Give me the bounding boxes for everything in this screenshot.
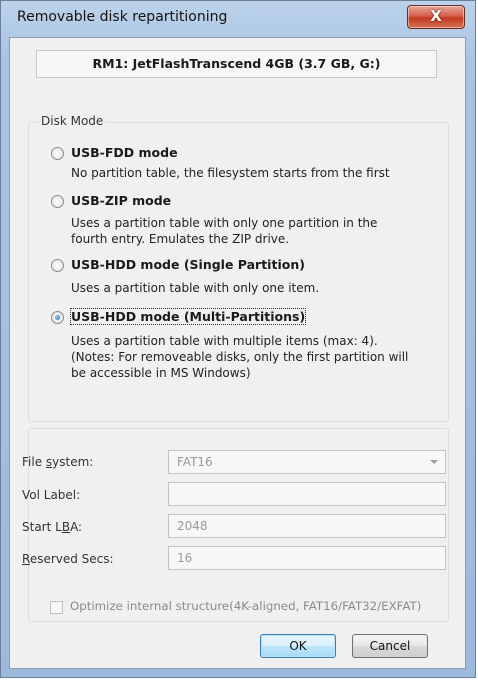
start-lba-label: Start LBA: [22,520,82,534]
file-system-label: File system: [22,455,93,469]
start-lba-input[interactable]: 2048 [168,514,446,538]
radio-usb-fdd-label[interactable]: USB-FDD mode [71,145,178,160]
radio-button-icon[interactable] [51,259,64,272]
file-system-select[interactable]: FAT16 [168,450,446,474]
radio-button-checked-icon[interactable] [51,311,64,324]
desc-line: fourth entry. Emulates the ZIP drive. [71,232,290,246]
label-text: ystem: [52,455,94,469]
device-label: RM1: JetFlashTranscend 4GB (3.7 GB, G:) [36,50,437,78]
desc-line: Uses a partition table with multiple ite… [71,334,378,348]
label-text: File [22,455,46,469]
radio-usb-hdd-single-desc: Uses a partition table with only one ite… [71,280,461,296]
dialog-window: Removable disk repartitioning X RM1: Jet… [0,0,476,678]
label-text: eserved Secs: [29,552,114,566]
title-bar[interactable]: Removable disk repartitioning X [1,1,475,37]
radio-usb-hdd-multi-desc: Uses a partition table with multiple ite… [71,333,461,381]
close-button[interactable]: X [407,5,465,29]
radio-usb-fdd-desc: No partition table, the filesystem start… [71,165,461,181]
cancel-button[interactable]: Cancel [352,634,428,658]
desc-line: Uses a partition table with only one par… [71,216,378,230]
desc-line: Uses a partition table with only one ite… [71,281,320,295]
optimize-checkbox[interactable] [50,601,63,614]
reserved-secs-label: Reserved Secs: [22,552,114,566]
file-system-value: FAT16 [177,455,213,469]
disk-mode-group: Disk Mode USB-FDD mode No partition tabl… [28,114,449,422]
label-accelerator: R [22,552,30,566]
label-text: Start L [22,520,62,534]
chevron-down-icon[interactable] [430,460,438,464]
label-text: A: [70,520,83,534]
desc-line: be accessible in MS Windows) [71,366,251,380]
disk-mode-group-label: Disk Mode [38,114,107,128]
optimize-checkbox-label[interactable]: Optimize internal structure(4K-aligned, … [70,599,421,613]
ok-button[interactable]: OK [260,634,336,658]
desc-line: (Notes: For removeable disks, only the f… [71,350,409,364]
vol-label-label: Vol Label: [22,488,81,502]
radio-usb-hdd-single-label[interactable]: USB-HDD mode (Single Partition) [71,257,305,272]
radio-usb-hdd-multi-label[interactable]: USB-HDD mode (Multi-Partitions) [69,308,307,325]
desc-line: No partition table, the filesystem start… [71,166,390,180]
radio-button-icon[interactable] [51,147,64,160]
window-title: Removable disk repartitioning [17,9,228,25]
vol-label-input[interactable] [168,482,446,506]
reserved-secs-input[interactable]: 16 [168,546,446,570]
radio-usb-zip-desc: Uses a partition table with only one par… [71,215,461,247]
label-accelerator: B [61,520,71,534]
dialog-client-area: RM1: JetFlashTranscend 4GB (3.7 GB, G:) … [9,37,466,669]
radio-button-icon[interactable] [51,195,64,208]
radio-usb-zip-label[interactable]: USB-ZIP mode [71,193,171,208]
close-icon: X [430,7,442,25]
